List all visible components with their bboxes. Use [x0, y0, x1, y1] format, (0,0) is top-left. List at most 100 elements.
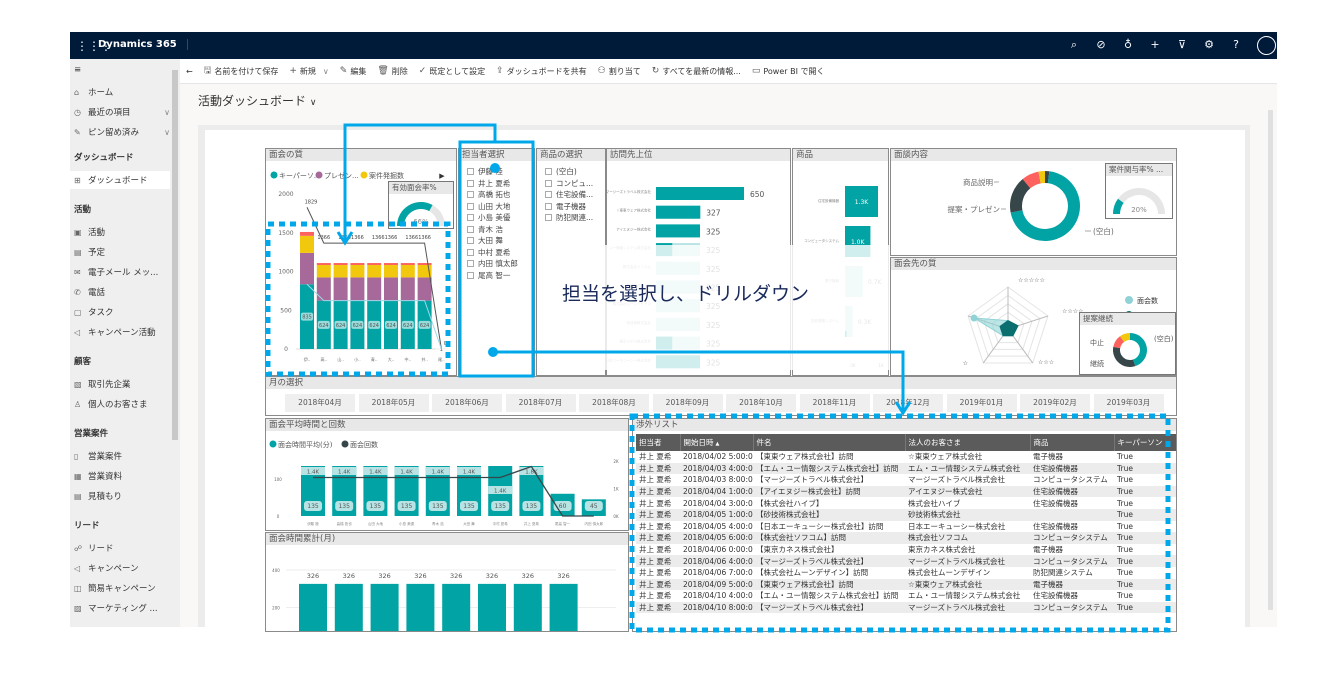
tile-meeting-quality[interactable]: 面会の質 キーパーソ... プレゼン... 案件発掘数 ▶ 0 500 1000 1500 20…: [265, 148, 457, 376]
sidebar-item[interactable]: ◁ キャンペーン: [70, 559, 170, 577]
column-header[interactable]: 商品: [1030, 434, 1115, 451]
sidebar-item[interactable]: ⊞ ダッシュボード: [70, 171, 170, 189]
toolbar-button[interactable]: ✓ 既定として設定: [419, 66, 485, 77]
sidebar-item[interactable]: ⌂ ホーム: [70, 83, 170, 101]
checkbox[interactable]: [545, 179, 552, 187]
slicer-item[interactable]: (空白): [537, 166, 605, 178]
month-button[interactable]: 2018年08月: [579, 394, 649, 412]
lightbulb-icon[interactable]: ♁: [1120, 38, 1136, 51]
checkbox[interactable]: [467, 191, 474, 199]
tile-visit-quality[interactable]: 面会先の質 ☆☆☆☆☆☆☆☆☆☆☆☆☆面会数有効面会数 提案継続 (空白)継続中…: [890, 257, 1177, 376]
table-row[interactable]: 井上 夏希 2018/04/02 5:00:00 【東東ウェア株式会社】訪問 ☆東東ウ…: [636, 451, 1176, 463]
tile-avg-time[interactable]: 面会平均時間と回数 面会時間平均(分) 面会回数 0 100 0K 1K 2K 1.4K 135…: [265, 418, 629, 531]
table-row[interactable]: 井上 夏希 2018/04/03 4:00:00 【エム・ユー情報システム株式会社】…: [636, 462, 1176, 475]
slicer-item[interactable]: 電子機器: [537, 201, 605, 213]
page-scrollbar[interactable]: [1268, 110, 1273, 610]
checkbox[interactable]: [467, 202, 474, 210]
month-button[interactable]: 2019年02月: [1020, 394, 1090, 412]
checkbox[interactable]: [467, 271, 474, 279]
table-row[interactable]: 井上 夏希 2018/04/10 4:00:00 【エム・ユー情報システム株式会社】…: [636, 590, 1176, 602]
month-button[interactable]: 2018年06月: [432, 394, 502, 412]
back-button[interactable]: ←: [186, 67, 193, 76]
toolbar-button[interactable]: + 新規 ∨: [289, 66, 328, 77]
checkbox[interactable]: [467, 214, 474, 222]
tile-cumulative[interactable]: 面会時間累計(月) 200 400 326 326 326 326 326 326 326 326…: [265, 532, 629, 632]
toolbar-button[interactable]: 🗑 削除: [377, 66, 407, 77]
slicer-item[interactable]: 伊藤 陸: [459, 166, 534, 178]
table-row[interactable]: 井上 夏希 2018/04/04 3:00:00 【株式会社ハイブ】 株式会社ハイブ 住…: [636, 497, 1176, 509]
table-row[interactable]: 井上 夏希 2018/04/04 1:00:00 【アイエヌジー株式会社】訪問 アイエ…: [636, 485, 1176, 498]
sidebar-item[interactable]: ▯ 営業案件: [70, 447, 170, 465]
filter-icon[interactable]: ⊽: [1174, 38, 1190, 51]
month-button[interactable]: 2018年11月: [799, 394, 870, 412]
column-header[interactable]: 件名: [753, 434, 906, 451]
slicer-item[interactable]: 内田 慎太郎: [459, 258, 534, 270]
sidebar-item[interactable]: ✆ 電話: [70, 283, 170, 301]
sidebar-item[interactable]: ☍ リード: [70, 539, 170, 557]
task-icon[interactable]: ⊘: [1093, 38, 1109, 51]
month-button[interactable]: 2019年03月: [1093, 394, 1164, 412]
app-title[interactable]: Dynamics 365: [98, 39, 188, 50]
sidebar-item[interactable]: ♙ 個人のお客さま: [70, 395, 170, 413]
slicer-item[interactable]: 小島 美優: [459, 212, 534, 224]
slicer-item[interactable]: 中村 夏希: [459, 247, 534, 259]
table-row[interactable]: 井上 夏希 2018/04/06 7:00:00 【株式会社ムーンデザイン】訪問 株式…: [636, 567, 1176, 579]
sidebar-item[interactable]: ▤ 予定: [70, 243, 170, 261]
toolbar-button[interactable]: ⇪ ダッシュボードを共有: [496, 66, 587, 77]
slicer-item[interactable]: 住宅設備...: [537, 189, 605, 201]
gauge-effective-rate[interactable]: 有効面会率% 66%: [388, 181, 454, 229]
sidebar-item[interactable]: ▣ 活動: [70, 223, 170, 241]
toolbar-button[interactable]: ▭ Power BI で開く: [752, 66, 825, 77]
month-button[interactable]: 2019年01月: [946, 394, 1017, 412]
table-row[interactable]: 井上 夏希 2018/04/06 0:00:00 【東京カネス株式会社】 東京カネス株…: [636, 544, 1176, 556]
slicer-item[interactable]: 尾高 智一: [459, 270, 534, 282]
sidebar-item[interactable]: ▨ マーケティング ...: [70, 599, 170, 617]
checkbox[interactable]: [467, 237, 474, 245]
table-row[interactable]: 井上 夏希 2018/04/09 5:00:00 【東東ウェア株式会社】訪問 ☆東東ウ…: [636, 578, 1176, 591]
table-row[interactable]: 井上 夏希 2018/04/05 4:00:00 【日本エーキューシー株式会社】訪問…: [636, 521, 1176, 533]
sidebar-item[interactable]: ◁ キャンペーン活動: [70, 323, 170, 341]
gear-icon[interactable]: ⚙: [1201, 38, 1217, 51]
toolbar-button[interactable]: ↻ すべてを最新の情報...: [652, 66, 741, 77]
sidebar-item[interactable]: ✉ 電子メール メッ...: [70, 263, 170, 281]
month-button[interactable]: 2018年07月: [505, 394, 576, 412]
sidebar-item[interactable]: ✎ ピン留め済み ∨: [70, 123, 170, 141]
sidebar-item[interactable]: ▧ 取引先企業: [70, 375, 170, 393]
table-row[interactable]: 井上 夏希 2018/04/10 8:00:00 【マージーズトラベル株式会社】 マー…: [636, 601, 1176, 614]
avatar[interactable]: [1257, 36, 1276, 55]
slicer-item[interactable]: 高橋 拓也: [459, 189, 534, 201]
column-header[interactable]: 開始日時 ▲: [680, 434, 754, 451]
slicer-item[interactable]: 青木 浩: [459, 224, 534, 236]
slicer-item[interactable]: 大田 舞: [459, 235, 534, 247]
column-header[interactable]: 法人のお客さま: [905, 434, 1031, 451]
month-button[interactable]: 2018年05月: [358, 394, 429, 412]
page-title[interactable]: 活動ダッシュボード ∨: [198, 92, 316, 109]
plus-icon[interactable]: +: [1147, 38, 1163, 51]
checkbox[interactable]: [467, 225, 474, 233]
toolbar-button[interactable]: ⚇ 割り当て: [598, 66, 641, 77]
slicer-item[interactable]: 山田 大地: [459, 201, 534, 213]
month-button[interactable]: 2018年09月: [652, 394, 723, 412]
column-header[interactable]: 担当者: [636, 434, 681, 451]
checkbox[interactable]: [467, 179, 474, 187]
month-button[interactable]: 2018年10月: [726, 394, 796, 412]
sidebar-item[interactable]: ▦ 営業資料: [70, 467, 170, 485]
table-row[interactable]: 井上 夏希 2018/04/06 4:00:00 【マージーズトラベル株式会社】 マー…: [636, 555, 1176, 567]
column-header[interactable]: キーパーソン: [1114, 434, 1176, 451]
checkbox[interactable]: [467, 260, 474, 268]
sidebar-scrollbar[interactable]: [172, 70, 178, 440]
checkbox[interactable]: [545, 191, 552, 199]
toolbar-button[interactable]: ✎ 編集: [340, 66, 367, 77]
hamburger-menu-icon[interactable]: ≡: [70, 61, 170, 79]
checkbox[interactable]: [467, 168, 474, 176]
table-row[interactable]: 井上 夏希 2018/04/05 6:00:00 【株式会社ソフコム】訪問 株式会社ソ…: [636, 532, 1176, 544]
tile-meeting-content[interactable]: 面談内容 (空白) 提案・プレゼン 商品説明 案件関与率% ... 20%: [890, 148, 1177, 256]
month-button[interactable]: 2018年12月: [873, 394, 943, 412]
gauge-involvement-rate[interactable]: 案件関与率% ... 20%: [1105, 163, 1173, 219]
checkbox[interactable]: [545, 168, 552, 176]
sidebar-item[interactable]: ◷ 最近の項目 ∨: [70, 103, 170, 121]
toolbar-button[interactable]: 🖫 名前を付けて保存: [204, 63, 279, 79]
table-row[interactable]: 井上 夏希 2018/04/05 1:00:00 【砂技術株式会社】 砂技術株式会社 T…: [636, 508, 1176, 521]
sidebar-item[interactable]: ▢ タスク: [70, 303, 170, 321]
month-button[interactable]: 2018年04月: [285, 394, 355, 412]
